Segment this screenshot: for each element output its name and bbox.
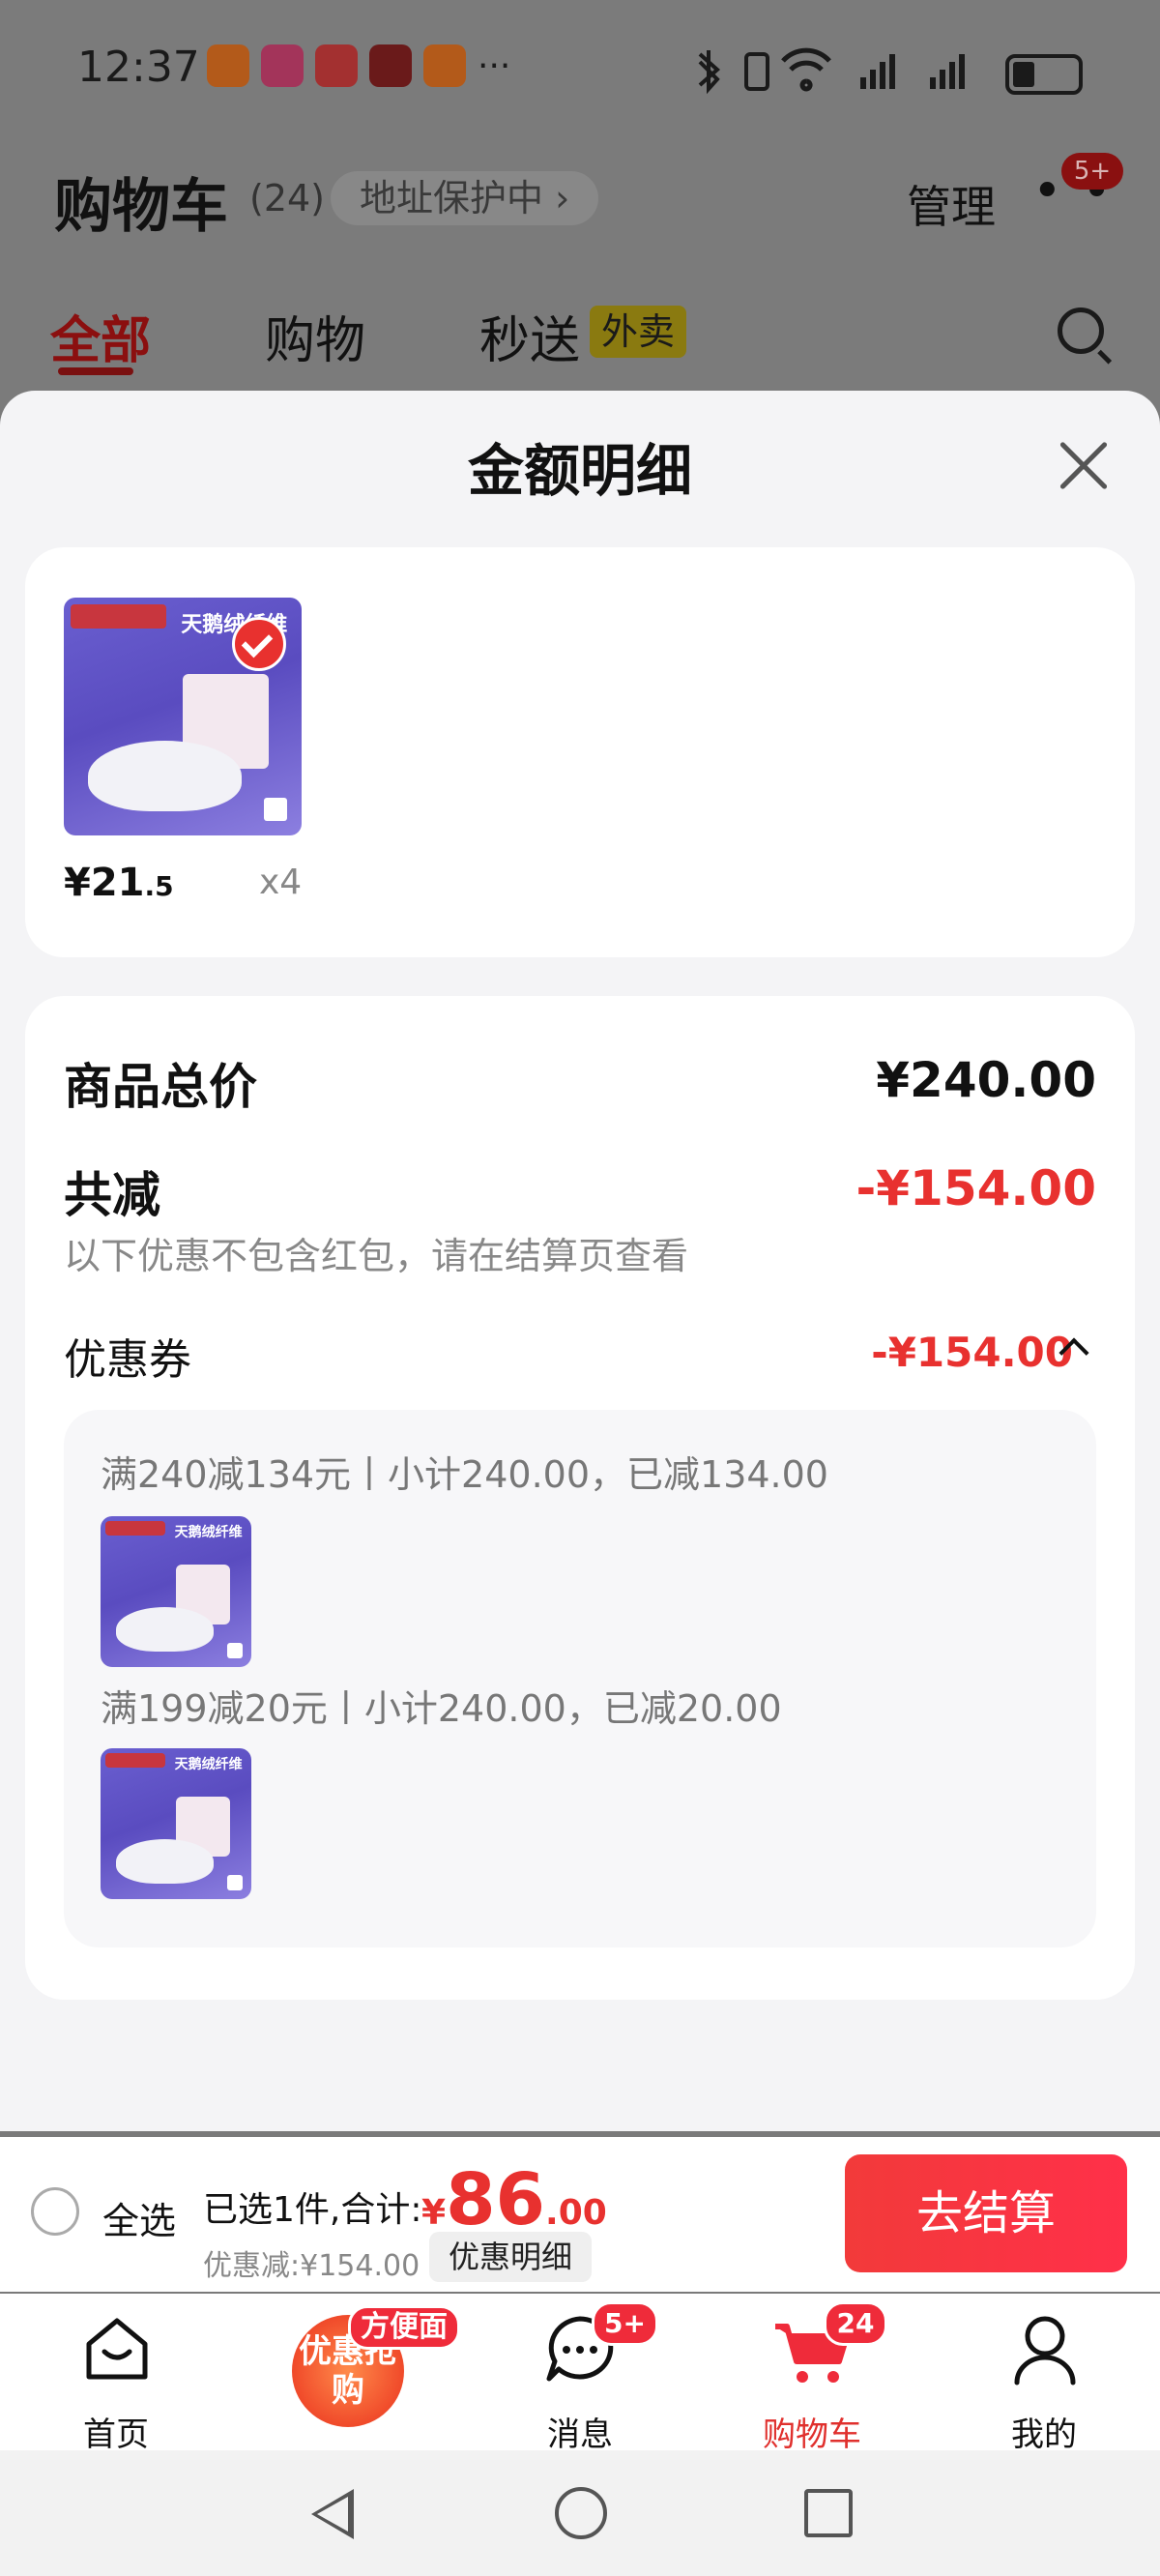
manage-button[interactable]: 管理 [907,172,996,236]
checkout-button[interactable]: 去结算 [845,2154,1127,2272]
cart-count: (24) [249,177,326,220]
wifi-icon [781,47,831,92]
page-title: 购物车 [54,173,228,241]
app-notification-icon [315,44,358,87]
vibrate-icon [744,52,769,91]
discount-summary: 优惠减:¥154.00 [203,2249,420,2283]
nav-recent-icon[interactable] [804,2489,853,2537]
coupon-value[interactable]: -¥154.00 [871,1329,1073,1376]
app-notification-icon [261,44,304,87]
app-notification-icon [369,44,412,87]
app-notification-icon [423,44,466,87]
tab-active-indicator [58,367,133,375]
search-icon[interactable] [1058,307,1104,354]
selected-summary: 已选1件,合计: [203,2190,422,2230]
tab-all[interactable]: 全部 [50,300,151,372]
more-notifications-icon: ··· [478,46,511,86]
home-icon[interactable] [83,2315,151,2383]
product-quantity: x4 [259,863,303,902]
product-price: ¥21.5 [64,861,174,905]
coupon-rule-text: 满199减20元丨小计240.00，已减20.00 [101,1687,782,1730]
select-all-label[interactable]: 全选 [102,2191,176,2244]
signal-icon [860,54,965,89]
tab-instant-delivery[interactable]: 秒送 [479,300,580,372]
profile-icon[interactable] [1011,2313,1079,2386]
status-bar: 12:37 ··· [0,0,1160,140]
tab-cart[interactable]: 购物车 [735,2408,889,2455]
promo-badge: 方便面 [348,2305,460,2350]
goods-total-label: 商品总价 [64,1059,257,1115]
discount-detail-button[interactable]: 优惠明细 [429,2232,593,2282]
total-price: ¥86.00 [421,2158,607,2241]
coupon-label[interactable]: 优惠券 [64,1325,191,1387]
close-icon[interactable] [1058,441,1108,491]
more-badge: 5+ [1061,153,1123,190]
app-notification-icon [207,44,249,87]
goods-total-value: ¥240.00 [876,1052,1096,1108]
takeout-tag: 外卖 [590,306,687,358]
tab-profile[interactable]: 我的 [967,2408,1121,2455]
discount-value: -¥154.00 [856,1160,1097,1216]
cart-badge: 24 [824,2301,887,2346]
status-time: 12:37 [77,43,200,92]
address-protection-pill[interactable]: 地址保护中 › [331,171,599,225]
battery-icon [1005,54,1083,95]
sheet-title: 金额明细 [467,438,692,504]
bluetooth-icon [698,50,721,95]
tab-messages[interactable]: 消息 [503,2408,657,2455]
discount-label: 共减 [64,1167,160,1223]
messages-badge: 5+ [592,2301,658,2346]
tab-shopping[interactable]: 购物 [265,300,365,372]
tab-home[interactable]: 首页 [39,2408,193,2455]
coupon-product-thumbnail[interactable]: 天鹅绒纤维 [101,1748,251,1899]
checked-icon [232,617,286,671]
coupon-product-thumbnail[interactable]: 天鹅绒纤维 [101,1516,251,1667]
discount-note: 以下优惠不包含红包，请在结算页查看 [64,1235,689,1277]
coupon-rule-text: 满240减134元丨小计240.00，已减134.00 [101,1453,828,1496]
select-all-radio[interactable] [31,2187,79,2236]
nav-back-icon[interactable] [311,2489,354,2539]
nav-home-icon[interactable] [555,2487,607,2539]
